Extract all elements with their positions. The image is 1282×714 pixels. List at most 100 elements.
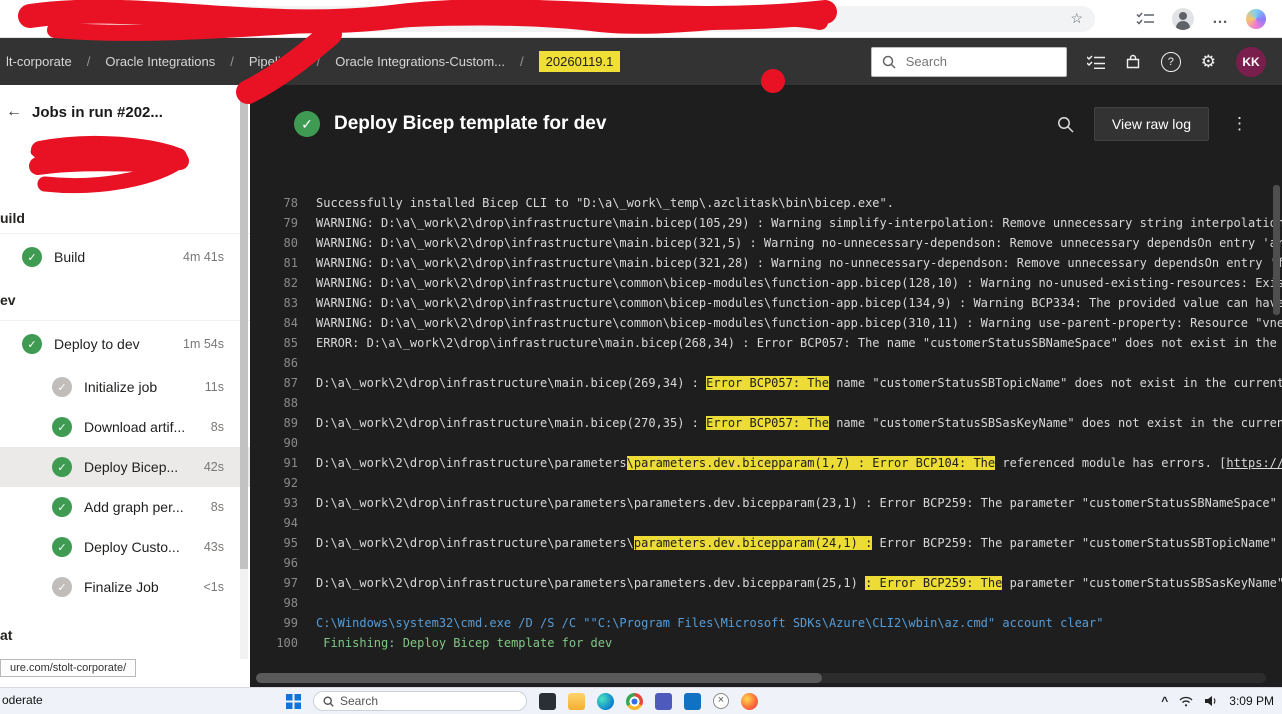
log-line-number: 100	[276, 636, 298, 650]
job-row[interactable]: ✓ Deploy to dev 1m 54s	[0, 321, 250, 367]
log-vertical-scrollbar[interactable]	[1273, 185, 1280, 655]
bookmark-star-icon[interactable]: ☆	[1070, 10, 1083, 27]
log-vertical-scrollbar-thumb[interactable]	[1273, 185, 1280, 315]
log-line-text: Successfully installed Bicep CLI to "D:\…	[316, 196, 894, 210]
log-line-number: 94	[283, 516, 298, 530]
log-line: 78 Successfully installed Bicep CLI to "D…	[250, 193, 1282, 213]
job-label: Add graph per...	[84, 499, 184, 515]
log-line-text: WARNING: D:\a\_work\2\drop\infrastructur…	[316, 216, 1282, 230]
favorites-checklist-icon[interactable]	[1136, 12, 1154, 26]
address-bar[interactable]: build/results?buildId=3780&view=logs&j=0…	[110, 5, 1095, 32]
wifi-icon[interactable]	[1179, 696, 1193, 707]
sidebar-scrollbar[interactable]	[240, 99, 248, 659]
log-line: 90	[250, 433, 1282, 453]
taskbar-search-label: Search	[340, 694, 379, 708]
log-search-icon[interactable]	[1057, 116, 1074, 133]
help-icon[interactable]: ?	[1160, 51, 1181, 72]
log-line-number: 97	[283, 576, 298, 590]
log-line-text: WARNING: D:\a\_work\2\drop\infrastructur…	[316, 296, 1282, 310]
log-line-number: 88	[283, 396, 298, 410]
log-line: 80 WARNING: D:\a\_work\2\drop\infrastruct…	[250, 233, 1282, 253]
job-duration: 8s	[210, 500, 224, 514]
tray-chevron-up-icon[interactable]: ^	[1161, 694, 1168, 708]
sidebar-scrollbar-up-arrow[interactable]: ▲	[239, 89, 249, 96]
windows-start-icon[interactable]	[286, 693, 301, 709]
copilot-icon[interactable]	[1246, 8, 1266, 29]
success-check-icon: ✓	[22, 247, 42, 267]
log-line-number: 99	[283, 616, 298, 630]
breadcrumb-item[interactable]: Oracle Integrations-Custom...	[335, 54, 505, 69]
neutral-check-icon: ✓	[52, 577, 72, 597]
job-row[interactable]: ✓ Deploy Custo... 43s	[0, 527, 250, 567]
breadcrumb-item[interactable]: Oracle Integrations	[105, 54, 215, 69]
log-line: 93 D:\a\_work\2\drop\infrastructure\param…	[250, 493, 1282, 513]
dismiss-badge-icon[interactable]	[713, 693, 729, 709]
edge-icon[interactable]	[597, 692, 614, 710]
log-line-text: D:\a\_work\2\drop\infrastructure\paramet…	[316, 456, 1282, 470]
breadcrumb-item[interactable]: 20260119.1	[538, 51, 621, 72]
job-label: Initialize job	[84, 379, 158, 395]
job-row[interactable]: ✓ Add graph per... 8s	[0, 487, 250, 527]
log-line-text	[316, 393, 1282, 413]
log-horizontal-scrollbar[interactable]	[256, 673, 1266, 683]
breadcrumb-item[interactable]: lt-corporate	[6, 54, 72, 69]
job-row[interactable]: ✓ Initialize job 11s	[0, 367, 250, 407]
log-line: 85 ERROR: D:\a\_work\2\drop\infrastructur…	[250, 333, 1282, 353]
log-horizontal-scrollbar-thumb[interactable]	[256, 673, 822, 683]
search-box[interactable]	[870, 46, 1067, 77]
system-tray: ^ 3:09 PM	[1161, 688, 1274, 714]
sidebar-title: Jobs in run #202...	[32, 103, 163, 121]
log-line-number: 95	[283, 536, 298, 550]
back-icon[interactable]: ←	[6, 103, 22, 121]
search-input[interactable]	[903, 53, 1056, 70]
log-line-number: 81	[283, 256, 298, 270]
log-line-text: D:\a\_work\2\drop\infrastructure\paramet…	[316, 496, 1282, 510]
job-duration: 43s	[203, 540, 224, 554]
devops-header: lt-corporate / Oracle Integrations / Pipelin…	[0, 38, 1282, 85]
browser-menu-icon[interactable]: …	[1212, 10, 1228, 28]
teams-icon[interactable]	[655, 692, 672, 710]
job-row[interactable]: ✓ Build 4m 41s	[0, 234, 250, 280]
clock[interactable]: 3:09 PM	[1229, 694, 1274, 708]
settings-gear-icon[interactable]: ⚙	[1201, 53, 1216, 70]
task-view-icon[interactable]	[539, 692, 556, 710]
view-raw-log-button[interactable]: View raw log	[1093, 107, 1209, 141]
log-line: 96	[250, 553, 1282, 573]
log-line: 87 D:\a\_work\2\drop\infrastructure\main.…	[250, 373, 1282, 393]
marketplace-bag-icon[interactable]	[1125, 54, 1141, 70]
outlook-icon[interactable]	[684, 692, 701, 710]
browser-actions: …	[1136, 7, 1272, 30]
user-avatar[interactable]: KK	[1236, 46, 1266, 77]
success-check-icon: ✓	[52, 497, 72, 517]
log-line-text: D:\a\_work\2\drop\infrastructure\paramet…	[316, 536, 1277, 550]
chrome-icon[interactable]	[626, 692, 643, 710]
job-label: Finalize Job	[84, 579, 159, 595]
log-line: 82 WARNING: D:\a\_work\2\drop\infrastruct…	[250, 273, 1282, 293]
job-duration: 1m 54s	[183, 337, 224, 351]
job-row[interactable]: ✓ Finalize Job <1s	[0, 567, 250, 607]
job-row[interactable]: ✓ Deploy Bicep... 42s	[0, 447, 250, 487]
success-check-icon: ✓	[52, 457, 72, 477]
job-duration: <1s	[203, 580, 224, 594]
profile-icon[interactable]	[1172, 7, 1194, 30]
taskbar-search[interactable]: Search	[313, 691, 527, 711]
log-line-number: 87	[283, 376, 298, 390]
log-line: 84 WARNING: D:\a\_work\2\drop\infrastruct…	[250, 313, 1282, 333]
log-line-text: WARNING: D:\a\_work\2\drop\infrastructur…	[316, 256, 1282, 270]
log-line-text: Finishing: Deploy Bicep template for dev	[316, 636, 613, 650]
file-explorer-icon[interactable]	[568, 692, 585, 710]
jobs-sidebar: ← Jobs in run #202... Cust uild ✓ Build 4m 4…	[0, 85, 250, 688]
log-line: 98	[250, 593, 1282, 613]
breadcrumb-item[interactable]: Pipelines	[249, 54, 302, 69]
log-line-text: WARNING: D:\a\_work\2\drop\infrastructur…	[316, 276, 1282, 290]
sidebar-scrollbar-thumb[interactable]	[240, 99, 248, 569]
more-actions-icon[interactable]: ⋮	[1223, 114, 1256, 134]
log-line-text: C:\Windows\system32\cmd.exe /D /S /C ""C…	[316, 616, 1104, 630]
log-line-number: 83	[283, 296, 298, 310]
task-list-icon[interactable]	[1086, 54, 1105, 69]
job-row[interactable]: ✓ Download artif... 8s	[0, 407, 250, 447]
volume-icon[interactable]	[1204, 695, 1218, 707]
job-label: Deploy to dev	[54, 336, 140, 352]
firefox-icon[interactable]	[741, 692, 758, 710]
log-line-number: 80	[283, 236, 298, 250]
